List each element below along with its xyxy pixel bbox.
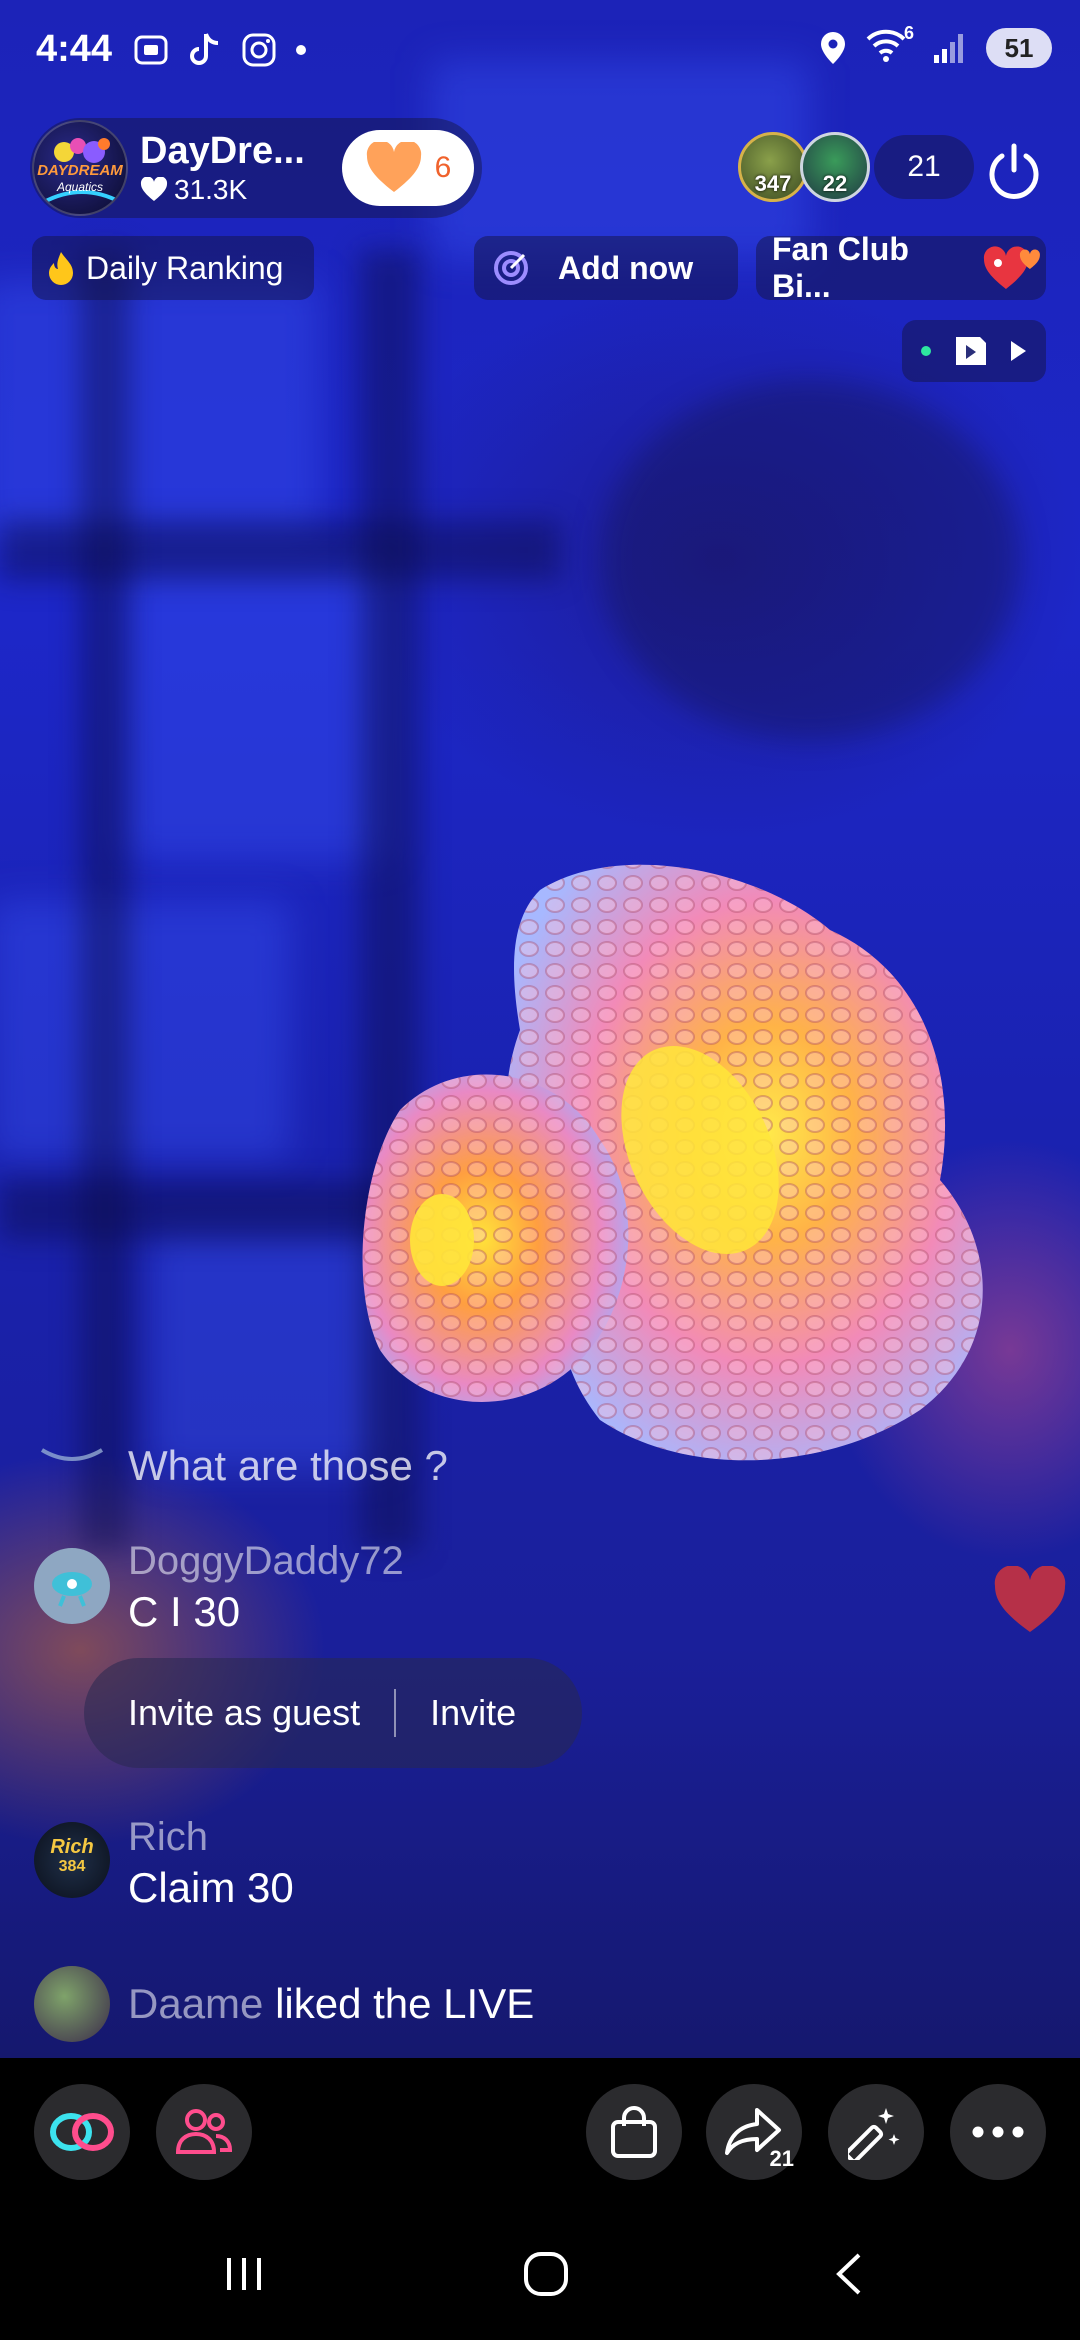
invite-as-guest-button[interactable]: Invite as guest [128, 1692, 360, 1734]
shopping-bag-icon [611, 2106, 657, 2158]
chat-body: Rich Claim 30 [128, 1812, 294, 1914]
host-info: DayDre... 31.3K [140, 129, 305, 207]
chat-username[interactable]: DoggyDaddy72 [128, 1536, 404, 1586]
video-frame-icon [956, 337, 986, 365]
system-navigation-bar [0, 2204, 1080, 2340]
more-dots-icon [972, 2126, 1024, 2138]
host-likes: 31.3K [140, 173, 305, 207]
host-name: DayDre... [140, 130, 305, 172]
flame-icon [49, 252, 73, 285]
chat-body: Daame liked the LIVE [128, 1980, 534, 2028]
viewer-count[interactable]: 21 [874, 135, 974, 199]
top-viewer-1-avatar[interactable]: 347 [738, 132, 808, 202]
follow-count: 6 [434, 151, 452, 184]
magic-wand-icon [848, 2108, 900, 2160]
location-icon [821, 32, 845, 64]
screenshot-icon [134, 35, 168, 65]
chat-avatar [34, 1440, 110, 1470]
host-profile-pill[interactable]: DAYDREAM Aquatics DayDre... 31.3K 6 [30, 118, 482, 218]
chat-message-text: Claim 30 [128, 1864, 294, 1911]
share-count: 21 [769, 2146, 794, 2171]
daily-ranking-chip[interactable]: Daily Ranking [32, 236, 314, 300]
tiktok-icon [190, 33, 219, 65]
daily-ranking-label: Daily Ranking [86, 249, 284, 286]
chat-message-text: C I 30 [128, 1588, 241, 1635]
status-bar: 4:44 6 51 [0, 0, 1080, 100]
bottom-toolbar: 21 [0, 2058, 1080, 2204]
rich-avatar-text: Rich [50, 1836, 94, 1858]
character-avatar-art [52, 1572, 92, 1607]
host-likes-count: 31.3K [174, 174, 248, 205]
chat-username[interactable]: Rich [128, 1812, 294, 1862]
dot-icon [296, 45, 306, 55]
fan-club-chip[interactable]: Fan Club Bi... [756, 231, 1046, 304]
share-button[interactable]: 21 [706, 2084, 802, 2180]
fan-club-hearts-icon [984, 246, 1041, 289]
chat-avatar[interactable] [34, 1966, 110, 2042]
invite-divider [394, 1689, 397, 1737]
link-rings-icon [50, 2113, 114, 2151]
home-button[interactable] [506, 2244, 586, 2304]
chat-message: Daame liked the LIVE [34, 1966, 534, 2042]
floating-heart-icon [994, 1566, 1066, 1632]
chat-message: What are those ? [34, 1440, 448, 1492]
host-logo-text: DAYDREAM [37, 162, 123, 179]
chat-message: Rich 384 Rich Claim 30 [34, 1812, 294, 1914]
top-viewers[interactable]: 347 22 21 [738, 132, 974, 202]
chat-message-text: What are those ? [128, 1442, 448, 1489]
reef-logo-icon [40, 1448, 104, 1461]
shop-button[interactable] [586, 2084, 682, 2180]
more-options-button[interactable] [950, 2084, 1046, 2180]
chat-message-text: liked the LIVE [275, 1980, 535, 2027]
top-viewer-2-avatar[interactable]: 22 [800, 132, 870, 202]
exit-power-icon[interactable] [982, 140, 1046, 204]
people-icon [175, 2109, 233, 2154]
host-logo-subtext: Aquatics [56, 180, 104, 194]
invite-bar: Invite as guest Invite [84, 1658, 582, 1768]
top-viewer-2-score: 22 [822, 171, 848, 196]
wifi-badge: 6 [903, 23, 914, 43]
live-dot-icon [921, 346, 931, 356]
wifi-status: 6 [866, 23, 914, 67]
add-now-chip[interactable]: Add now [474, 236, 738, 300]
back-chevron-icon [836, 2253, 861, 2295]
instagram-icon [242, 33, 276, 67]
play-icon [1011, 341, 1026, 361]
chat-avatar[interactable]: Rich 384 [34, 1822, 110, 1898]
members-button[interactable] [156, 2084, 252, 2180]
add-now-label: Add now [558, 249, 694, 286]
media-controls-chip[interactable] [902, 320, 1046, 382]
chat-body: DoggyDaddy72 C I 30 [128, 1536, 404, 1638]
effects-button[interactable] [828, 2084, 924, 2180]
recent-apps-icon [227, 2258, 261, 2290]
status-system-icons: 6 51 [818, 23, 1052, 68]
multi-guest-button[interactable] [34, 2084, 130, 2180]
battery-indicator: 51 [986, 28, 1052, 68]
home-icon [524, 2252, 568, 2296]
orange-heart-icon [366, 142, 421, 192]
status-notification-icons [132, 30, 308, 70]
rich-avatar-number: 384 [58, 1858, 86, 1875]
host-avatar[interactable]: DAYDREAM Aquatics [32, 120, 128, 216]
wifi-icon [866, 29, 906, 62]
chat-username[interactable]: Daame [128, 1980, 263, 2027]
top-viewer-1-score: 347 [754, 171, 792, 196]
chat-message: DoggyDaddy72 C I 30 [34, 1536, 404, 1638]
signal-icon [934, 34, 963, 63]
fan-club-label: Fan Club Bi... [772, 231, 909, 304]
target-icon [494, 251, 528, 285]
chat-body: What are those ? [128, 1440, 448, 1492]
heart-icon [140, 177, 168, 201]
coral-image [362, 864, 983, 1461]
invite-button[interactable]: Invite [430, 1692, 516, 1734]
back-button[interactable] [808, 2244, 888, 2304]
recent-apps-button[interactable] [204, 2244, 284, 2304]
follow-button[interactable]: 6 [342, 130, 474, 206]
chat-avatar[interactable] [34, 1548, 110, 1624]
status-time: 4:44 [36, 28, 113, 70]
